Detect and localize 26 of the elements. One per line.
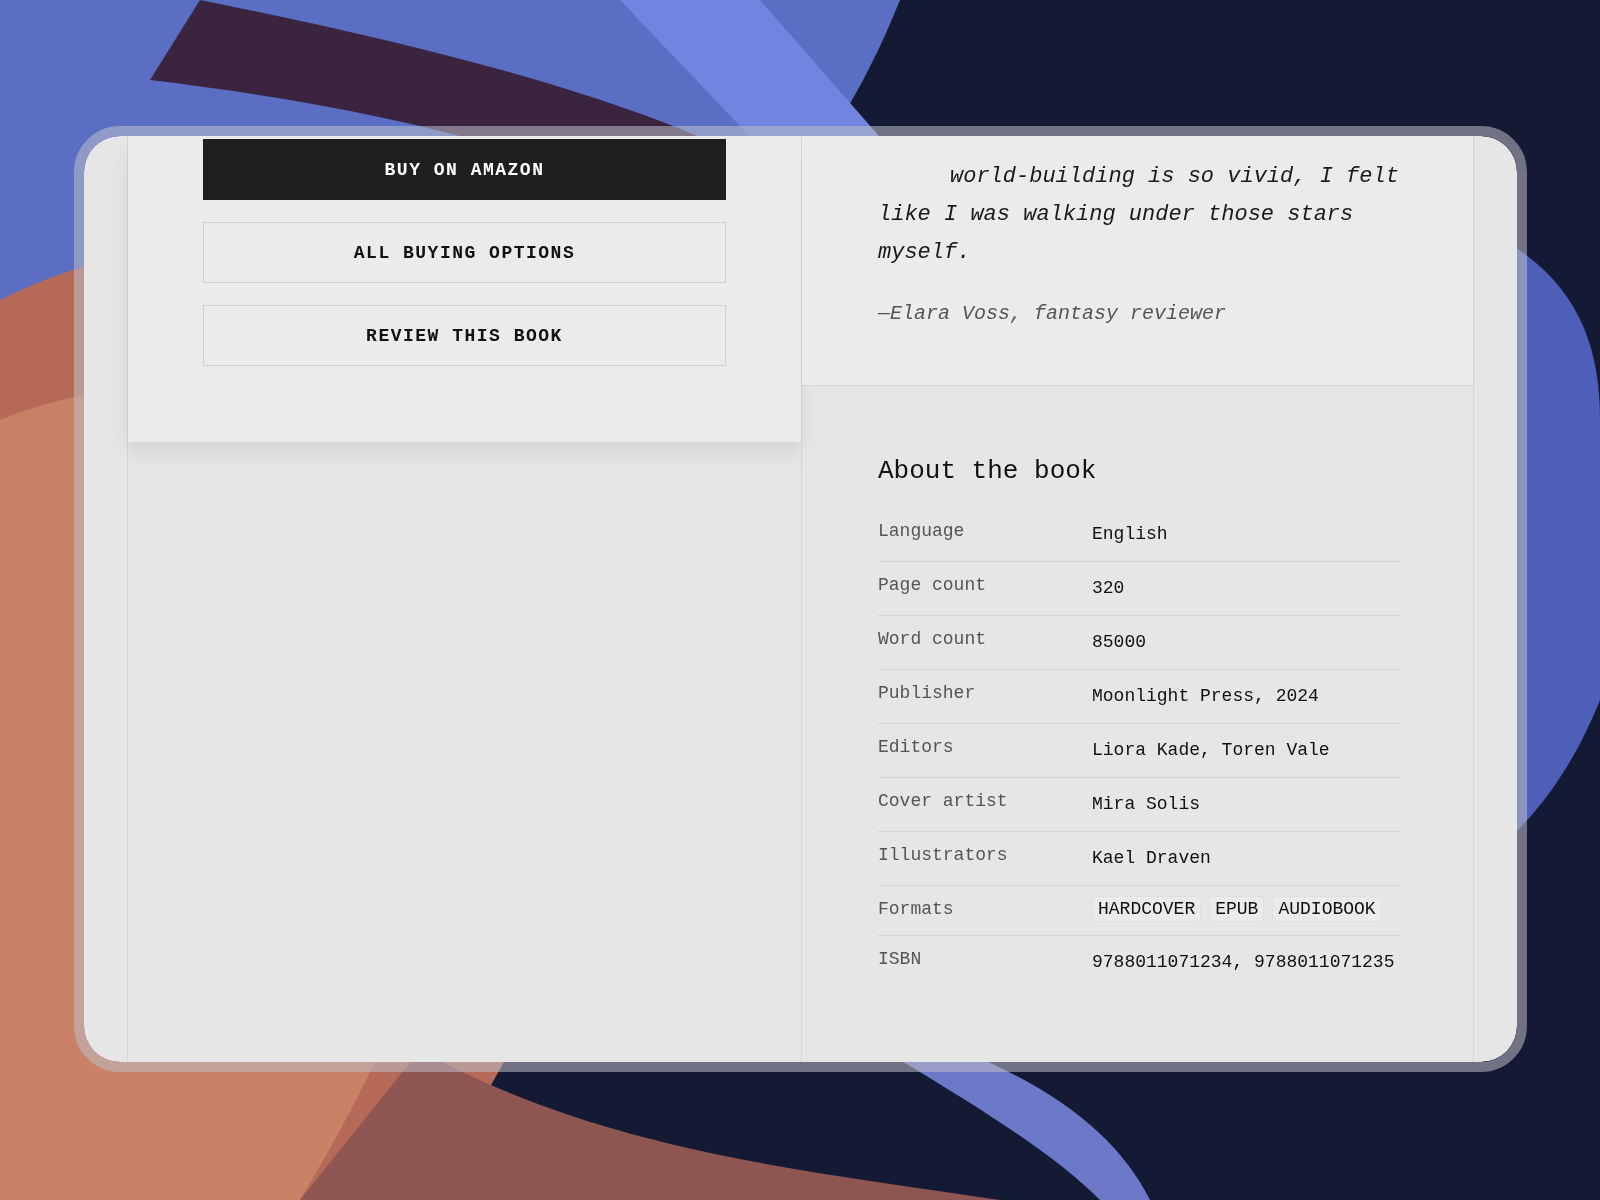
detail-value: Mira Solis [1092, 793, 1202, 816]
detail-label: Word count [878, 629, 988, 651]
detail-value: Moonlight Press, 2024 [1092, 685, 1320, 708]
detail-label: ISBN [878, 949, 923, 971]
action-button[interactable]: REVIEW THIS BOOK [203, 305, 726, 366]
detail-label: Editors [878, 737, 955, 759]
detail-label: Illustrators [878, 845, 1009, 867]
format-tag: AUDIOBOOK [1272, 896, 1382, 922]
detail-value: 320 [1092, 577, 1126, 600]
detail-value: 85000 [1092, 631, 1147, 654]
detail-value: Kael Draven [1092, 847, 1212, 870]
detail-value: 9788011071234, 9788011071235 [1092, 951, 1396, 974]
detail-value: Liora Kade, Toren Vale [1092, 739, 1331, 762]
detail-label: Formats [878, 899, 955, 921]
detail-label: Page count [878, 575, 988, 597]
detail-value: English [1092, 523, 1169, 546]
detail-label: Language [878, 521, 966, 543]
action-button[interactable]: ALL BUYING OPTIONS [203, 222, 726, 283]
detail-label: Cover artist [878, 791, 1009, 813]
detail-label: Publisher [878, 683, 977, 705]
quote-attribution: —Elara Voss, fantasy reviewer [878, 302, 1228, 325]
format-tag: HARDCOVER [1092, 896, 1202, 922]
review-quote: world-building is so vivid, I felt like I was walking under those stars myself. [878, 163, 1400, 267]
action-button[interactable]: BUY ON AMAZON [203, 139, 726, 200]
format-tag: EPUB [1209, 896, 1265, 922]
section-heading: About the book [878, 456, 1098, 486]
